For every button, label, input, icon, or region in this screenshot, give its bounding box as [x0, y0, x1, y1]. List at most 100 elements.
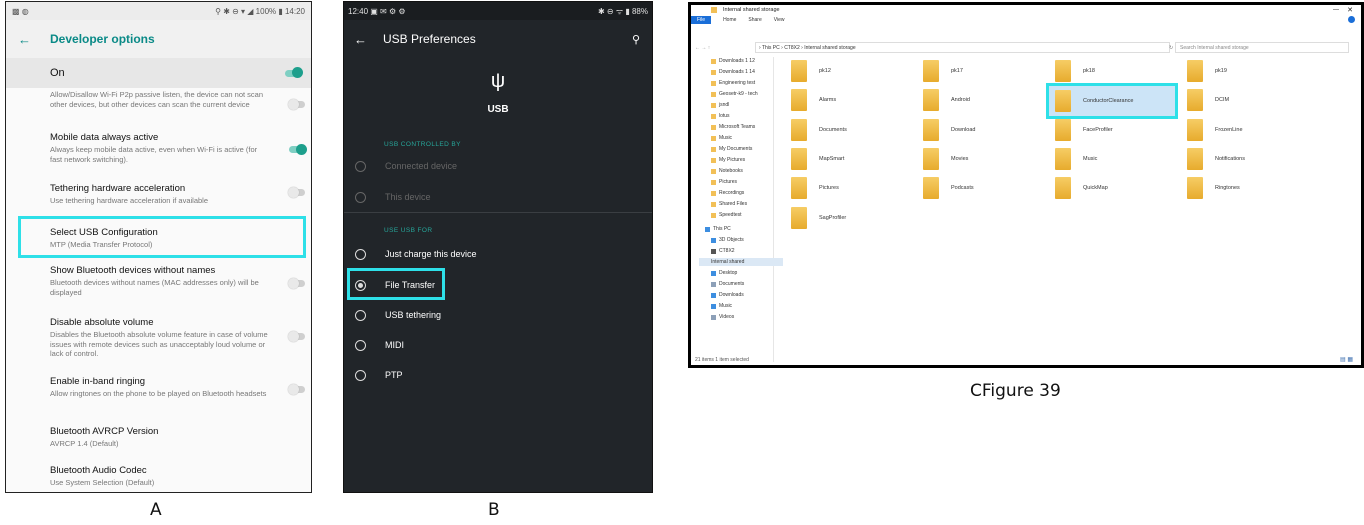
caption-c: CFigure 39 [970, 381, 1061, 401]
setting-avrcp-version[interactable]: Bluetooth AVRCP Version AVRCP 1.4 (Defau… [50, 426, 270, 449]
folder-item[interactable]: Android [923, 89, 970, 111]
setting-description: Allow/Disallow Wi-Fi P2p passive listen,… [50, 90, 264, 109]
folder-icon [791, 148, 807, 170]
back-arrow-icon[interactable]: ← [354, 32, 367, 47]
nav-item[interactable]: lotus [711, 112, 730, 120]
folder-item[interactable]: Alarms [791, 89, 836, 111]
nav-item[interactable]: Music [711, 134, 732, 142]
master-switch-row[interactable]: On [6, 58, 311, 88]
folder-item[interactable]: QuickMap [1055, 177, 1108, 199]
option-midi[interactable]: MIDI [344, 335, 652, 355]
nav-item[interactable]: Shared Files [711, 200, 747, 208]
mobile-data-toggle[interactable] [289, 143, 307, 155]
folder-icon [791, 207, 807, 229]
radio-button [355, 191, 366, 203]
folder-item[interactable]: pk19 [1187, 60, 1227, 82]
option-usb-tethering[interactable]: USB tethering [344, 305, 652, 325]
nav-item[interactable]: Engineering test [711, 79, 755, 87]
setting-description: Use tethering hardware acceleration if a… [50, 196, 209, 205]
setting-audio-codec[interactable]: Bluetooth Audio Codec Use System Selecti… [50, 465, 270, 488]
folder-item[interactable]: Notifications [1187, 148, 1245, 170]
folder-item[interactable]: Movies [923, 148, 968, 170]
folder-item[interactable]: Pictures [791, 177, 839, 199]
folder-item[interactable]: FrozenLine [1187, 119, 1243, 141]
setting-wifi-p2p[interactable]: Allow/Disallow Wi-Fi P2p passive listen,… [50, 89, 270, 109]
nav-item[interactable]: CT8X2 [711, 247, 735, 255]
nav-item[interactable]: Music [711, 302, 732, 310]
ribbon-tab-share[interactable]: Share [748, 17, 761, 23]
nav-item[interactable]: My Pictures [711, 156, 745, 164]
option-ptp[interactable]: PTP [344, 365, 652, 385]
nav-item[interactable]: Downloads 1 12 [711, 57, 755, 65]
setting-bluetooth-without-names[interactable]: Show Bluetooth devices without names Blu… [50, 265, 270, 297]
folder-item[interactable]: SagProfiler [791, 207, 846, 229]
nav-item[interactable]: Videos [711, 313, 734, 321]
folder-icon [923, 177, 939, 199]
back-arrow-icon[interactable]: ← [18, 32, 36, 47]
app-bar: ← USB Preferences ⚲ [344, 20, 652, 58]
nav-item[interactable]: Geosetr-k9 - tech [711, 90, 758, 98]
folder-item[interactable]: Podcasts [923, 177, 974, 199]
folder-item[interactable]: pk18 [1055, 60, 1095, 82]
folder-item[interactable]: Download [923, 119, 975, 141]
search-icon[interactable]: ⚲ [632, 33, 640, 46]
nav-item[interactable]: jsndl [711, 101, 729, 109]
nav-item[interactable]: Desktop [711, 269, 737, 277]
setting-mobile-data-always-active[interactable]: Mobile data always active Always keep mo… [50, 132, 270, 164]
ribbon-tabs: File Home Share View [691, 15, 1361, 24]
folder-item[interactable]: pk12 [791, 60, 831, 82]
radio-button[interactable] [355, 248, 366, 260]
nav-item[interactable]: Documents [711, 280, 744, 288]
master-toggle[interactable] [285, 67, 303, 78]
folder-item[interactable]: Documents [791, 119, 847, 141]
nav-item-this-pc[interactable]: This PC [705, 225, 731, 233]
folder-item[interactable]: FaceProfiler [1055, 119, 1113, 141]
radio-button[interactable] [355, 309, 366, 321]
tethering-toggle[interactable] [288, 186, 305, 198]
bluetooth-names-toggle[interactable] [288, 277, 305, 289]
nav-item-selected[interactable]: Internal shared [699, 258, 783, 266]
setting-tethering-hw-accel[interactable]: Tethering hardware acceleration Use teth… [50, 183, 270, 206]
nav-item[interactable]: Microsoft Teams [711, 123, 755, 131]
ribbon-tab-file[interactable]: File [691, 15, 712, 24]
folder-icon [711, 7, 717, 13]
folder-item[interactable]: Music [1055, 148, 1097, 170]
radio-button[interactable] [355, 339, 366, 351]
folder-item[interactable]: DCIM [1187, 89, 1229, 111]
address-bar[interactable]: › This PC › CT8X2 › Internal shared stor… [755, 42, 1170, 53]
nav-item[interactable]: Pictures [711, 178, 737, 186]
nav-item[interactable]: My Documents [711, 145, 752, 153]
folder-item[interactable]: Ringtones [1187, 177, 1240, 199]
absolute-volume-toggle[interactable] [288, 330, 305, 342]
minimize-icon[interactable]: — [1333, 7, 1339, 13]
option-label: Connected device [385, 161, 458, 171]
folder-item[interactable]: pk17 [923, 60, 963, 82]
setting-in-band-ringing[interactable]: Enable in-band ringing Allow ringtones o… [50, 376, 270, 399]
section-usb-controlled-by: USB CONTROLLED BY [384, 141, 461, 148]
nav-item[interactable]: Recordings [711, 189, 744, 197]
nav-arrows-icon[interactable]: ← → ↑ [695, 45, 710, 51]
nav-item[interactable]: 3D Objects [711, 236, 744, 244]
search-box[interactable]: Search Internal shared storage [1175, 42, 1349, 53]
nav-item[interactable]: Downloads [711, 291, 744, 299]
caption-b: B [488, 500, 500, 520]
option-just-charge[interactable]: Just charge this device [344, 244, 652, 264]
status-bar: 12:40 ▣ ✉ ⚙ ⚙ ✱ ⊖ ᯤ ▮ 88% [344, 2, 652, 20]
in-band-ringing-toggle[interactable] [288, 383, 305, 395]
refresh-icon[interactable]: ↻ [1169, 45, 1173, 51]
folder-item[interactable]: MapSmart [791, 148, 844, 170]
view-mode-icons[interactable]: ▤ ▦ [1340, 356, 1353, 363]
radio-button[interactable] [355, 369, 366, 381]
close-icon[interactable]: ✕ [1347, 6, 1353, 14]
ribbon-tab-view[interactable]: View [774, 17, 785, 23]
address-row: ← → ↑ › This PC › CT8X2 › Internal share… [695, 42, 1357, 53]
nav-item[interactable]: Speedtest [711, 211, 742, 219]
setting-disable-absolute-volume[interactable]: Disable absolute volume Disables the Blu… [50, 317, 270, 359]
status-bar: 21 items 1 item selected [695, 357, 749, 363]
ribbon-tab-home[interactable]: Home [723, 17, 736, 23]
folder-icon [791, 119, 807, 141]
nav-item[interactable]: Downloads 1 14 [711, 68, 755, 76]
wifi-p2p-toggle[interactable] [288, 98, 305, 110]
nav-item[interactable]: Notebooks [711, 167, 743, 175]
help-icon[interactable] [1348, 16, 1355, 23]
